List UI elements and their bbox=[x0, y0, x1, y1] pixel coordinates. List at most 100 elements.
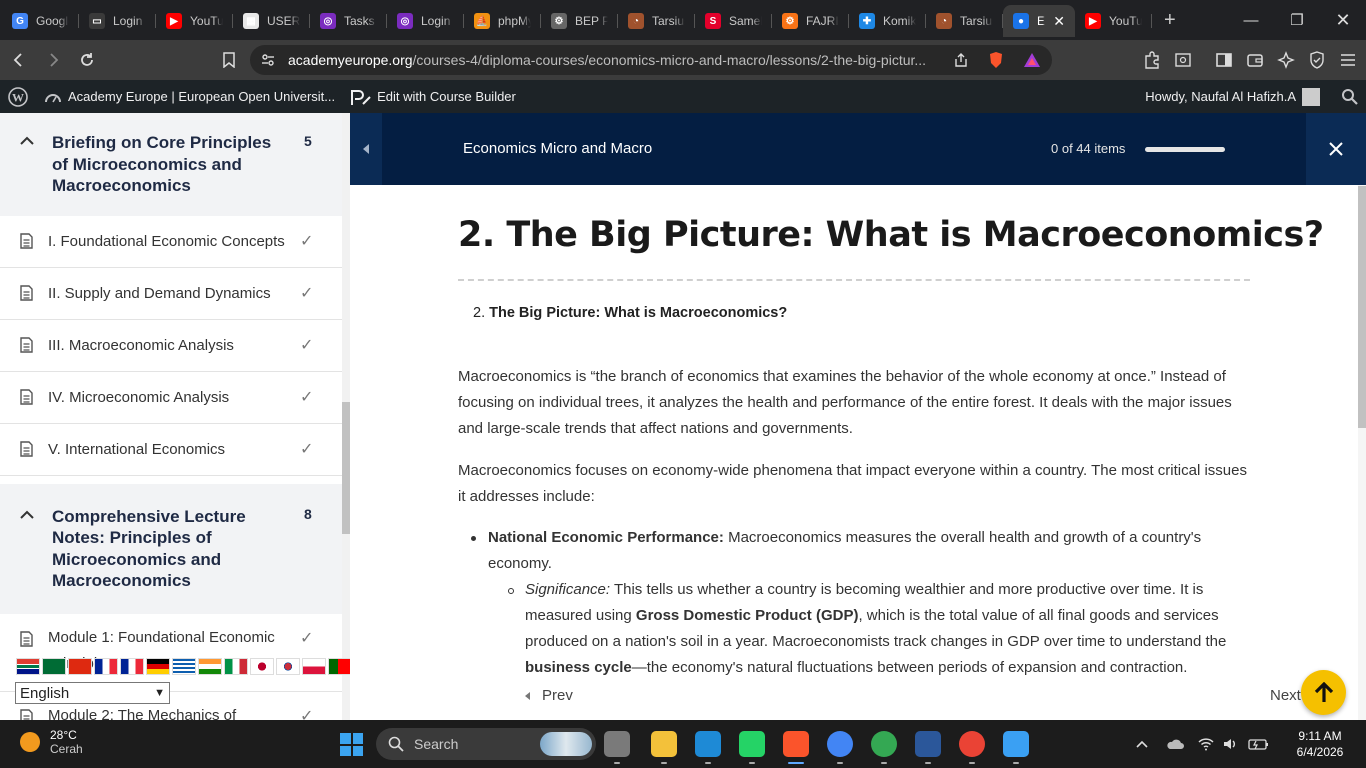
close-tab-icon[interactable]: ✕ bbox=[1053, 13, 1065, 30]
new-tab-button[interactable]: + bbox=[1164, 9, 1194, 32]
forward-button[interactable] bbox=[38, 45, 68, 75]
leo-ai-icon[interactable] bbox=[1273, 45, 1298, 75]
sidebar-toggle-icon[interactable] bbox=[1211, 45, 1236, 75]
brave-rewards-icon[interactable] bbox=[1023, 52, 1041, 68]
lesson-item[interactable]: I. Foundational Economic Concepts ✓ bbox=[0, 216, 349, 268]
next-button[interactable]: Next bbox=[1270, 687, 1301, 704]
file-explorer-icon[interactable] bbox=[651, 731, 677, 757]
language-flag-icon[interactable] bbox=[328, 658, 352, 675]
wifi-icon[interactable] bbox=[1198, 737, 1214, 751]
clock[interactable]: 9:11 AM 6/4/2026 bbox=[1280, 728, 1360, 760]
content-scroll-thumb[interactable] bbox=[1358, 186, 1366, 428]
lesson-item[interactable]: II. Supply and Demand Dynamics ✓ bbox=[0, 268, 349, 320]
reload-button[interactable] bbox=[72, 45, 102, 75]
browser-tab[interactable]: ● Economics ✕ bbox=[1003, 5, 1075, 37]
weather-status: Cerah bbox=[50, 742, 83, 756]
browser-tab[interactable]: ⚙ BEP Pro bbox=[541, 5, 618, 37]
whatsapp-icon[interactable] bbox=[739, 731, 765, 757]
language-flag-icon[interactable] bbox=[16, 658, 40, 675]
lesson-item[interactable]: IV. Microeconomic Analysis ✓ bbox=[0, 372, 349, 424]
browser-tab[interactable]: ▶ YouTube bbox=[1075, 5, 1152, 37]
battery-icon[interactable] bbox=[1248, 737, 1270, 751]
lesson-item[interactable]: Module 1: Foundational Economic Principl… bbox=[0, 614, 349, 692]
taskbar-search[interactable]: Search bbox=[376, 728, 596, 760]
browser-tab[interactable]: ✚ Komik bbox=[849, 5, 926, 37]
browser-tab[interactable]: ▦ USER bbox=[233, 5, 310, 37]
site-name-link[interactable]: Academy Europe | European Open Universit… bbox=[44, 89, 335, 104]
language-flag-icon[interactable] bbox=[68, 658, 92, 675]
maximize-button[interactable]: ❐ bbox=[1274, 0, 1320, 40]
bookmark-icon[interactable] bbox=[214, 45, 244, 75]
browser-tab[interactable]: ◎ Login bbox=[387, 5, 464, 37]
browser-tab[interactable]: ◔ Tarsius bbox=[926, 5, 1003, 37]
language-flag-icon[interactable] bbox=[146, 658, 170, 675]
task-view-icon[interactable] bbox=[604, 731, 630, 757]
language-flag-icon[interactable] bbox=[172, 658, 196, 675]
language-flag-icon[interactable] bbox=[198, 658, 222, 675]
brave-shields-icon[interactable] bbox=[988, 51, 1004, 69]
chevron-up-icon[interactable] bbox=[1136, 740, 1148, 748]
search-icon[interactable] bbox=[1341, 88, 1358, 105]
windows-start-icon[interactable] bbox=[340, 733, 363, 756]
wordpress-logo-icon[interactable]: W bbox=[8, 86, 28, 107]
language-select[interactable]: English ▼ bbox=[15, 682, 170, 704]
browser-tab[interactable]: ⛵ phpMyAdmin bbox=[464, 5, 541, 37]
url-bar[interactable]: academyeurope.org/courses-4/diploma-cour… bbox=[250, 45, 1052, 75]
chrome-profile-icon[interactable] bbox=[871, 731, 897, 757]
notepad-icon[interactable] bbox=[1003, 731, 1029, 757]
language-flag-icon[interactable] bbox=[302, 658, 326, 675]
vpn-icon[interactable] bbox=[1304, 45, 1329, 75]
account-menu[interactable]: Howdy, Naufal Al Hafizh.A bbox=[1145, 80, 1320, 113]
svg-text:W: W bbox=[12, 90, 24, 104]
share-icon[interactable] bbox=[953, 52, 969, 68]
edit-course-builder-link[interactable]: Edit with Course Builder bbox=[349, 87, 516, 107]
browser-tab[interactable]: ▭ Login bbox=[79, 5, 156, 37]
browser-tab[interactable]: ◎ Tasks bbox=[310, 5, 387, 37]
tab-title: Economics bbox=[1037, 14, 1045, 28]
browser-tab[interactable]: G Google bbox=[2, 5, 79, 37]
course-header: Economics Micro and Macro 0 of 44 items bbox=[350, 113, 1366, 185]
tab-title: phpMyAdmin bbox=[498, 14, 531, 28]
clock-date: 6/4/2026 bbox=[1296, 745, 1344, 759]
volume-icon[interactable] bbox=[1222, 737, 1238, 751]
text: —the economy's natural fluctuations betw… bbox=[631, 659, 1188, 676]
chrome-profile-icon[interactable] bbox=[959, 731, 985, 757]
language-flag-icon[interactable] bbox=[94, 658, 118, 675]
browser-tab[interactable]: ◔ Tarsius bbox=[618, 5, 695, 37]
browser-tab[interactable]: S Samehadaku bbox=[695, 5, 772, 37]
minimize-button[interactable]: — bbox=[1228, 0, 1274, 40]
close-lesson-button[interactable] bbox=[1306, 113, 1366, 185]
scroll-to-top-button[interactable] bbox=[1301, 670, 1346, 715]
language-flag-icon[interactable] bbox=[120, 658, 144, 675]
topic-lesson-count: 8 bbox=[304, 505, 312, 522]
wallet-icon[interactable] bbox=[1242, 45, 1267, 75]
weather-widget[interactable]: 28°C Cerah bbox=[20, 728, 83, 756]
browser-tab[interactable]: ⚙ FAJRI bbox=[772, 5, 849, 37]
tab-title: Komik bbox=[883, 14, 916, 28]
sidebar-scroll-thumb[interactable] bbox=[342, 402, 350, 534]
lesson-item[interactable]: III. Macroeconomic Analysis ✓ bbox=[0, 320, 349, 372]
menu-icon[interactable] bbox=[1335, 45, 1360, 75]
vscode-icon[interactable] bbox=[695, 731, 721, 757]
topic-header[interactable]: Comprehensive Lecture Notes: Principles … bbox=[0, 483, 349, 614]
chrome-icon[interactable] bbox=[827, 731, 853, 757]
language-flag-icon[interactable] bbox=[276, 658, 300, 675]
language-flag-icon[interactable] bbox=[250, 658, 274, 675]
onedrive-icon[interactable] bbox=[1166, 737, 1184, 751]
back-button[interactable] bbox=[4, 45, 34, 75]
lesson-item[interactable]: V. International Economics ✓ bbox=[0, 424, 349, 476]
running-indicator bbox=[749, 762, 755, 764]
topic-header[interactable]: Briefing on Core Principles of Microecon… bbox=[0, 113, 349, 216]
document-icon bbox=[20, 285, 34, 301]
reader-mode-icon[interactable] bbox=[1170, 45, 1195, 75]
extensions-icon[interactable] bbox=[1139, 45, 1164, 75]
brave-icon[interactable] bbox=[783, 731, 809, 757]
close-window-button[interactable]: ✕ bbox=[1320, 0, 1366, 40]
app-icon[interactable] bbox=[915, 731, 941, 757]
site-info-icon[interactable] bbox=[260, 52, 276, 68]
browser-tab[interactable]: ▶ YouTube bbox=[156, 5, 233, 37]
prev-button[interactable]: Prev bbox=[524, 687, 573, 704]
collapse-sidebar-button[interactable] bbox=[350, 113, 382, 185]
language-flag-icon[interactable] bbox=[42, 658, 66, 675]
language-flag-icon[interactable] bbox=[224, 658, 248, 675]
